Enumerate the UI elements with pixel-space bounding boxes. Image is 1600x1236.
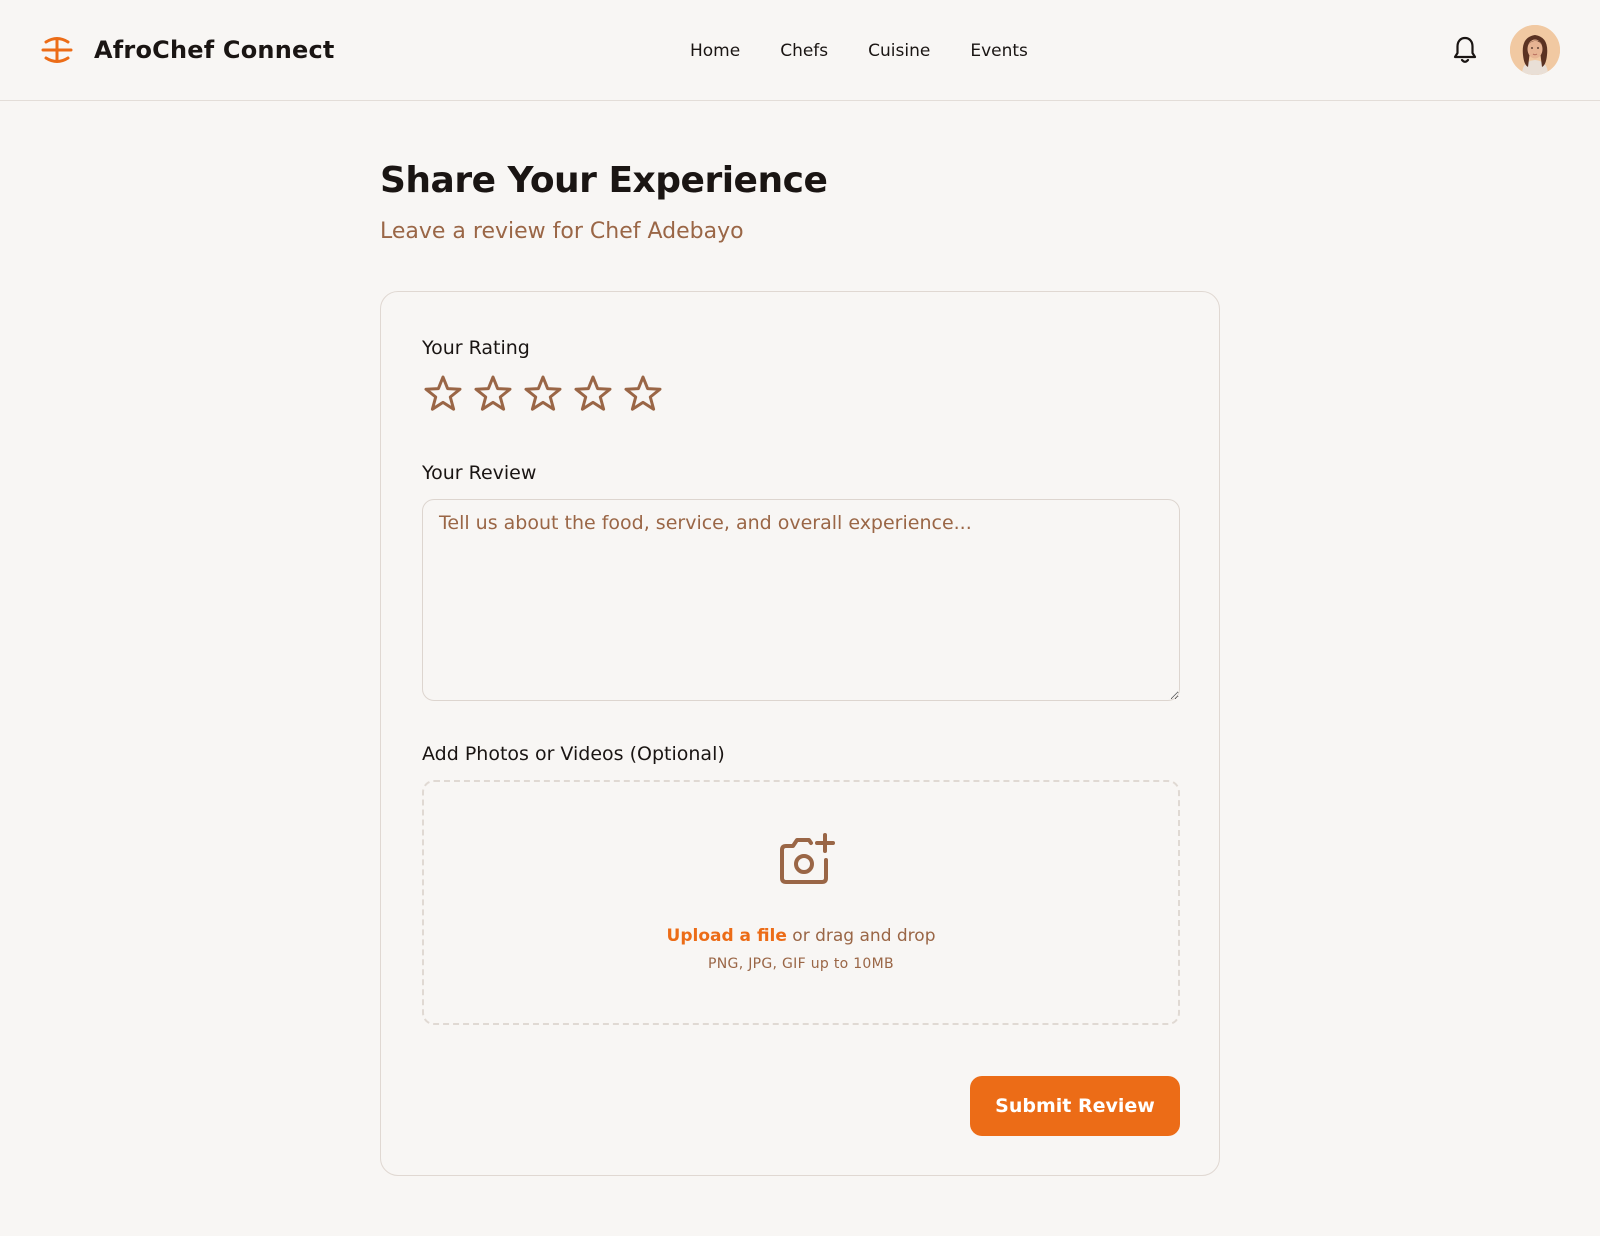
upload-file-link[interactable]: Upload a file: [667, 926, 787, 946]
drag-drop-text: or drag and drop: [786, 926, 936, 946]
review-textarea[interactable]: [422, 499, 1180, 701]
brand-name: AfroChef Connect: [94, 36, 335, 64]
nav-home[interactable]: Home: [690, 38, 740, 64]
media-dropzone[interactable]: Upload a file or drag and drop PNG, JPG,…: [422, 780, 1180, 1025]
user-avatar[interactable]: [1510, 25, 1560, 75]
afrochef-logo-icon: [41, 37, 73, 63]
star-1-icon[interactable]: [422, 373, 464, 415]
star-3-icon[interactable]: [522, 373, 564, 415]
submit-review-button[interactable]: Submit Review: [970, 1076, 1180, 1136]
review-label: Your Review: [422, 462, 537, 484]
star-5-icon[interactable]: [622, 373, 664, 415]
top-header: AfroChef Connect Home Chefs Cuisine Even…: [0, 0, 1600, 101]
nav-chefs[interactable]: Chefs: [780, 38, 828, 64]
nav-cuisine[interactable]: Cuisine: [868, 38, 930, 64]
media-label: Add Photos or Videos (Optional): [422, 743, 725, 765]
brand[interactable]: AfroChef Connect: [40, 30, 335, 70]
review-form-card: Your Rating Your Review Add Photos or Vi…: [380, 291, 1220, 1176]
upload-hint: PNG, JPG, GIF up to 10MB: [708, 956, 894, 972]
camera-plus-icon: [780, 833, 835, 884]
upload-instructions: Upload a file or drag and drop: [424, 926, 1178, 946]
star-rating: [422, 373, 672, 415]
star-4-icon[interactable]: [572, 373, 614, 415]
main-nav: Home Chefs Cuisine Events: [690, 38, 1068, 64]
avatar-portrait: [1510, 25, 1560, 75]
star-2-icon[interactable]: [472, 373, 514, 415]
nav-events[interactable]: Events: [970, 38, 1028, 64]
rating-label: Your Rating: [422, 337, 530, 359]
page-title: Share Your Experience: [380, 160, 828, 201]
bell-icon[interactable]: [1452, 35, 1478, 65]
page-subtitle: Leave a review for Chef Adebayo: [380, 219, 744, 244]
